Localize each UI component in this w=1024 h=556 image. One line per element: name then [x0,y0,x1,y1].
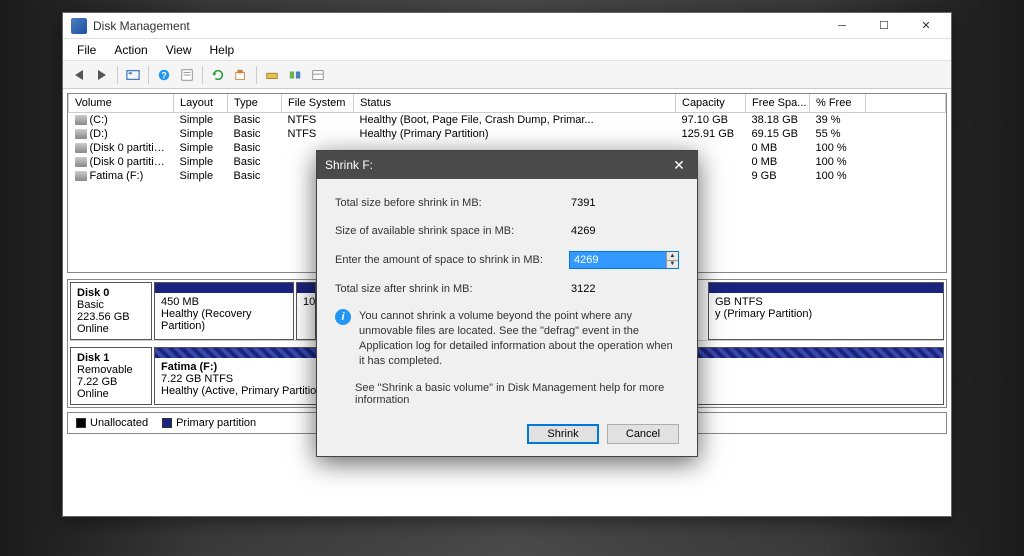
app-icon [71,18,87,34]
amount-label: Enter the amount of space to shrink in M… [335,254,569,266]
table-row[interactable]: (C:)SimpleBasicNTFSHealthy (Boot, Page F… [69,113,946,128]
disk1-label[interactable]: Disk 1 Removable 7.22 GB Online [70,347,152,405]
toolbar-icon[interactable] [231,65,251,85]
minimize-button[interactable]: ─ [821,13,863,39]
info-icon: i [335,309,351,325]
volume-icon [75,157,87,167]
avail-label: Size of available shrink space in MB: [335,225,569,237]
dialog-titlebar[interactable]: Shrink F: ✕ [317,151,697,179]
menu-file[interactable]: File [69,41,104,59]
back-button[interactable] [69,65,89,85]
titlebar[interactable]: Disk Management ─ ☐ ✕ [63,13,951,39]
shrink-amount-input[interactable] [570,252,666,268]
toolbar-icon[interactable] [285,65,305,85]
col-pct[interactable]: % Free [810,94,866,113]
menu-help[interactable]: Help [202,41,243,59]
help-text: See "Shrink a basic volume" in Disk Mana… [355,382,679,406]
close-button[interactable]: ✕ [905,13,947,39]
dialog-close-button[interactable]: ✕ [669,155,689,175]
col-layout[interactable]: Layout [174,94,228,113]
avail-value [569,223,679,239]
disk0-label[interactable]: Disk 0 Basic 223.56 GB Online [70,282,152,340]
dialog-title: Shrink F: [325,158,669,172]
spin-up-button[interactable]: ▲ [667,252,678,261]
partition[interactable]: GB NTFS y (Primary Partition) [708,282,944,340]
col-free[interactable]: Free Spa... [746,94,810,113]
total-before-value [569,195,679,211]
volume-icon [75,143,87,153]
volume-icon [75,115,87,125]
col-status[interactable]: Status [354,94,676,113]
help-icon[interactable]: ? [154,65,174,85]
toolbar-icon[interactable] [123,65,143,85]
toolbar: ? [63,61,951,89]
shrink-button[interactable]: Shrink [527,424,599,444]
col-volume[interactable]: Volume [69,94,174,113]
table-row[interactable]: (D:)SimpleBasicNTFSHealthy (Primary Part… [69,127,946,141]
menubar: File Action View Help [63,39,951,61]
volume-icon [75,129,87,139]
svg-text:?: ? [161,70,166,80]
total-before-label: Total size before shrink in MB: [335,197,569,209]
volume-icon [75,171,87,181]
info-text: You cannot shrink a volume beyond the po… [359,309,679,368]
col-blank[interactable] [866,94,946,113]
total-after-label: Total size after shrink in MB: [335,283,569,295]
col-type[interactable]: Type [228,94,282,113]
forward-button[interactable] [92,65,112,85]
col-capacity[interactable]: Capacity [676,94,746,113]
window-title: Disk Management [93,19,821,33]
menu-view[interactable]: View [158,41,200,59]
total-after-value [569,281,679,297]
menu-action[interactable]: Action [106,41,155,59]
partition[interactable]: 10 [296,282,316,340]
maximize-button[interactable]: ☐ [863,13,905,39]
cancel-button[interactable]: Cancel [607,424,679,444]
partition[interactable]: 450 MB Healthy (Recovery Partition) [154,282,294,340]
shrink-dialog: Shrink F: ✕ Total size before shrink in … [316,150,698,457]
spin-down-button[interactable]: ▼ [667,261,678,269]
col-fs[interactable]: File System [282,94,354,113]
toolbar-icon[interactable] [262,65,282,85]
properties-icon[interactable] [177,65,197,85]
toolbar-icon[interactable] [308,65,328,85]
refresh-icon[interactable] [208,65,228,85]
